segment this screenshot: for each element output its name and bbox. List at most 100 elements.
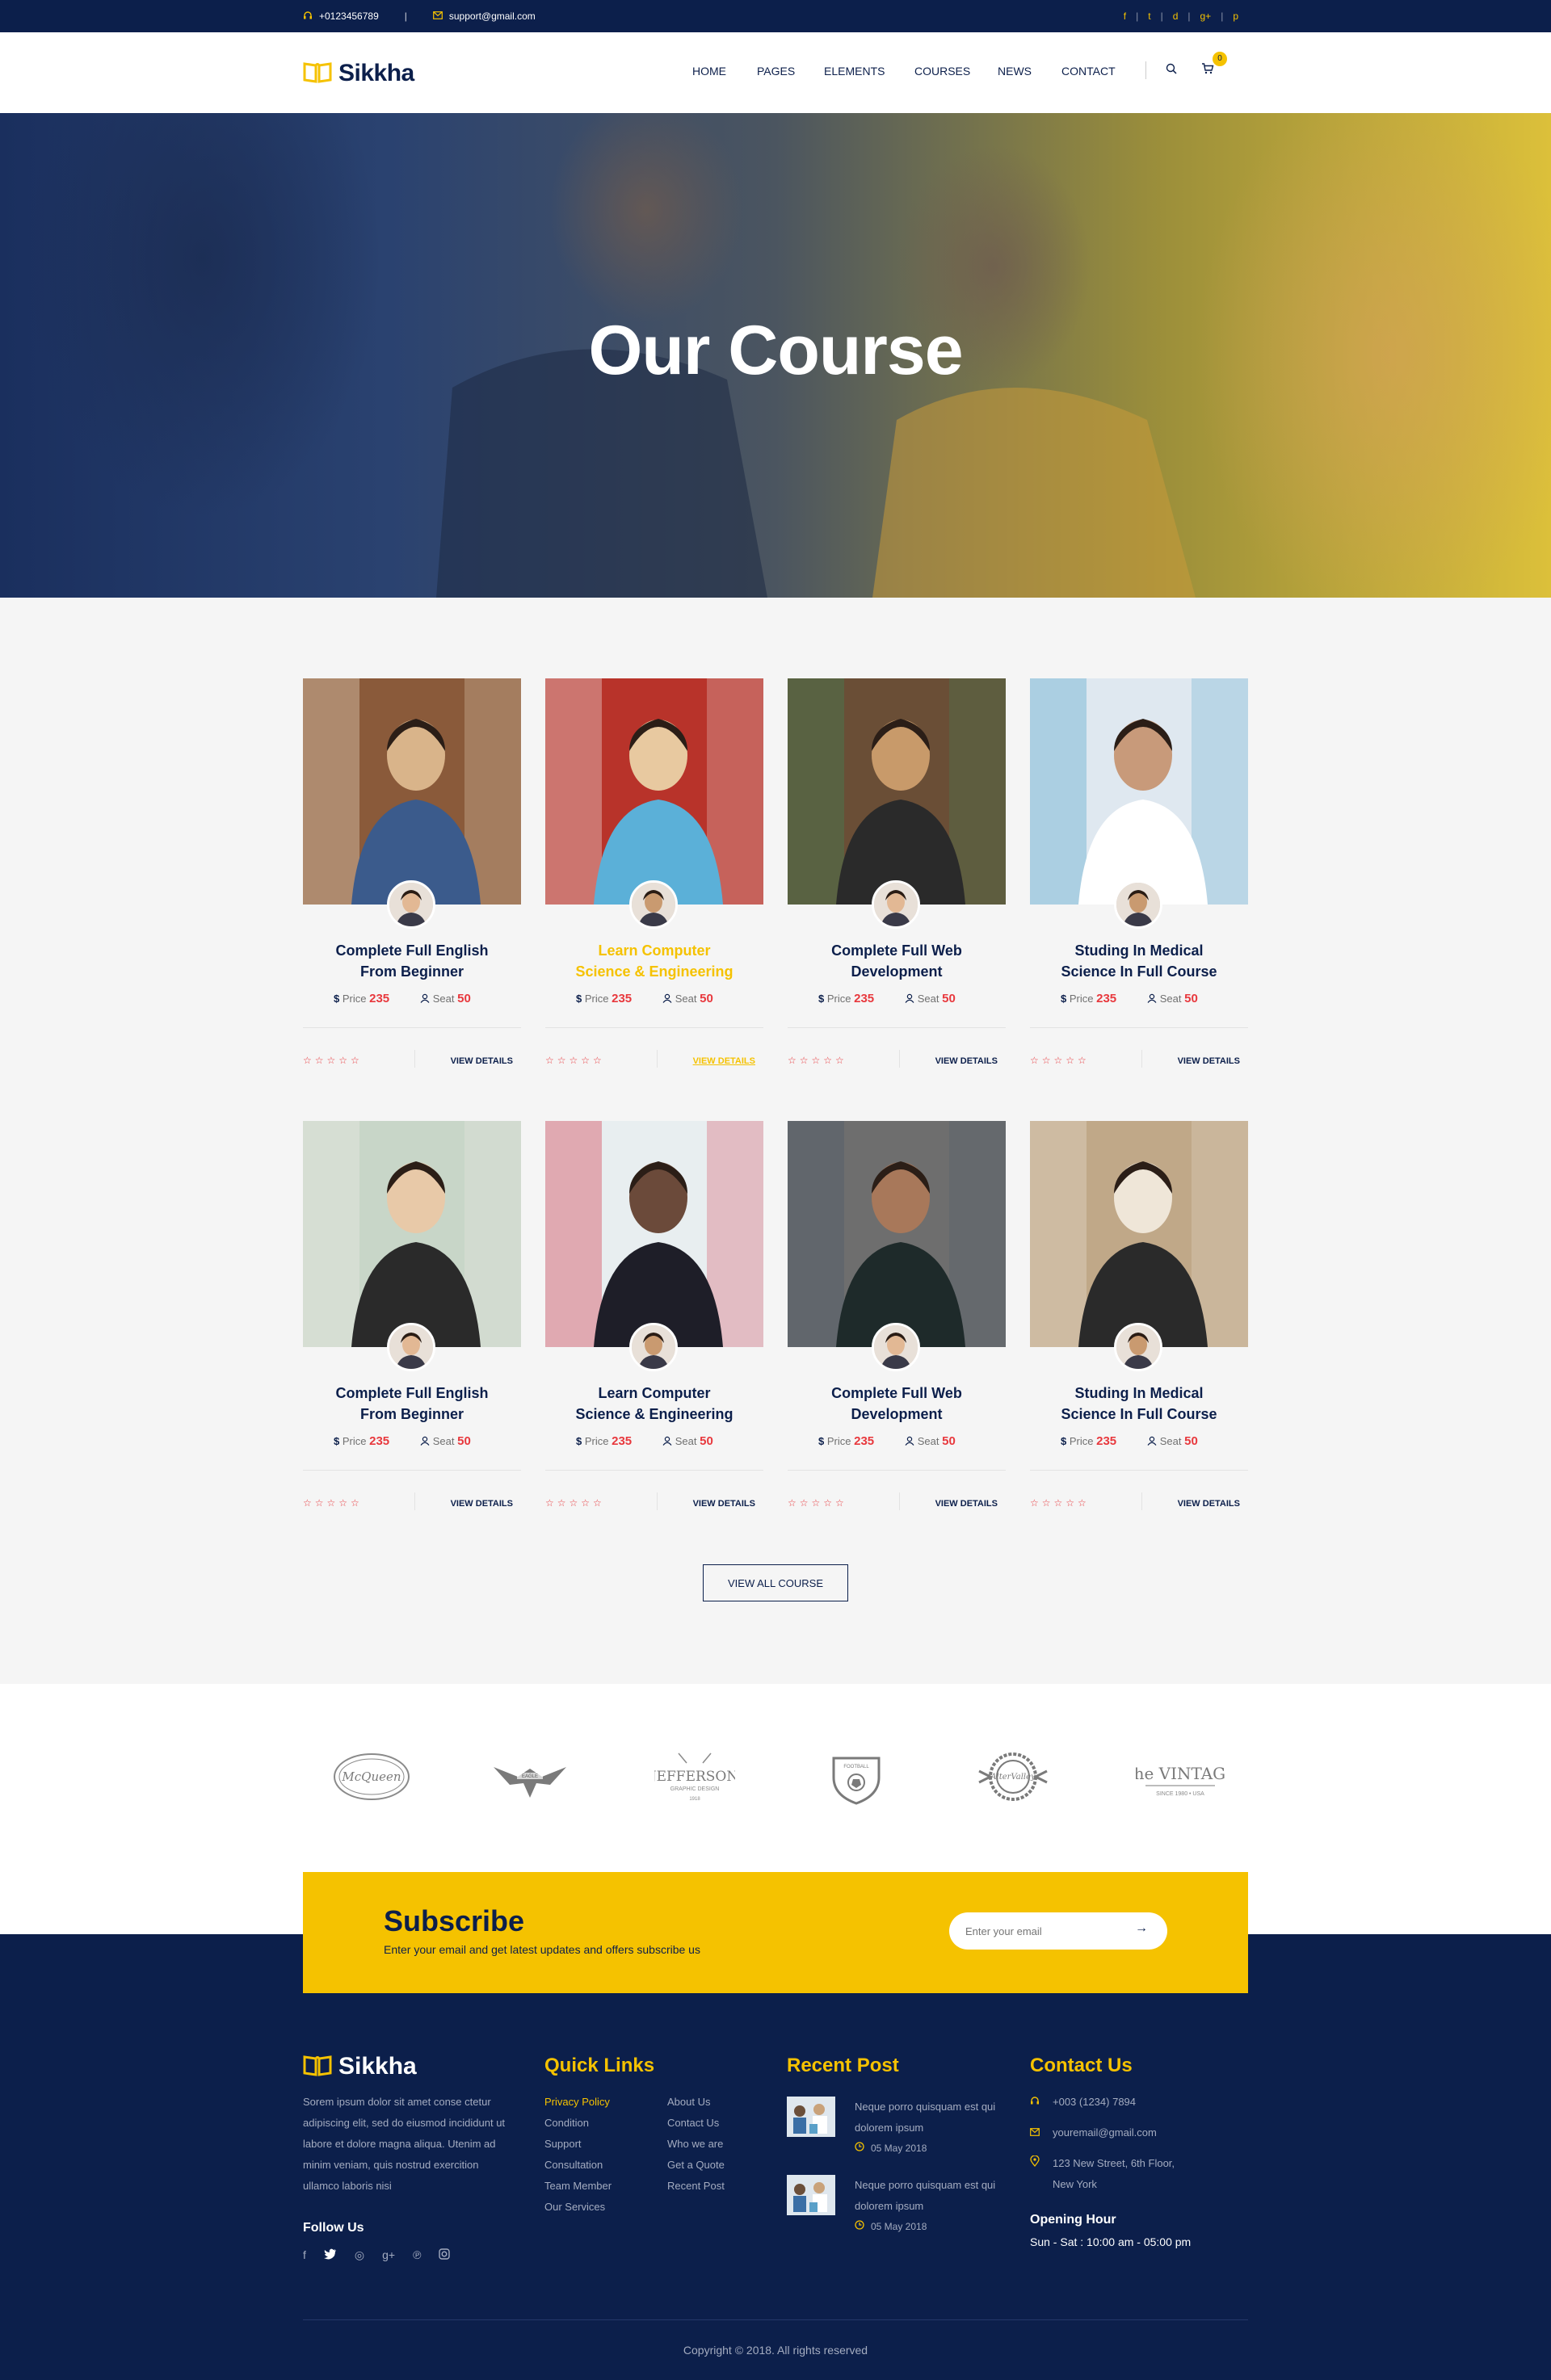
course-card[interactable]: Learn Computer Science & Engineering $ Pri… bbox=[545, 1121, 763, 1525]
contact-email[interactable]: youremail@gmail.com bbox=[1030, 2122, 1248, 2143]
instagram-icon[interactable] bbox=[439, 2248, 451, 2262]
view-details-link[interactable]: VIEW DETAILS bbox=[451, 1499, 513, 1509]
cart-button[interactable]: 0 bbox=[1201, 51, 1227, 78]
topbar-phone-text: +0123456789 bbox=[319, 10, 379, 22]
footer-link-about-us[interactable]: About Us bbox=[667, 2092, 725, 2113]
course-meta: $ Price 235 Seat 50 bbox=[818, 992, 996, 1005]
course-seats: Seat 50 bbox=[905, 992, 956, 1005]
course-seats: Seat 50 bbox=[662, 992, 713, 1005]
nav-pages[interactable]: PAGES bbox=[757, 65, 824, 78]
course-card[interactable]: Complete Full English From Beginner $ Pric… bbox=[303, 678, 521, 1082]
twitter-icon[interactable]: t bbox=[1138, 10, 1160, 22]
site-logo[interactable]: Sikkha bbox=[303, 60, 414, 87]
quick-links-col-1: Privacy Policy Condition Support Consult… bbox=[544, 2092, 667, 2218]
instructor-avatar[interactable] bbox=[872, 880, 920, 929]
footer-link-privacy-policy[interactable]: Privacy Policy bbox=[544, 2092, 667, 2113]
svg-text:McQueen: McQueen bbox=[341, 1769, 401, 1784]
course-title[interactable]: Complete Full English From Beginner bbox=[303, 940, 521, 982]
nav-home[interactable]: HOME bbox=[692, 65, 757, 78]
footer-about-text: Sorem ipsum dolor sit amet conse ctetur … bbox=[303, 2096, 506, 2192]
course-image[interactable] bbox=[1030, 678, 1248, 905]
course-image[interactable] bbox=[303, 1121, 521, 1347]
pinterest-icon[interactable]: p bbox=[1223, 10, 1248, 22]
course-price: $ Price 235 bbox=[576, 992, 633, 1005]
course-card[interactable]: Studing In Medical Science In Full Course… bbox=[1030, 1121, 1248, 1525]
course-title[interactable]: Complete Full Web Development bbox=[788, 940, 1006, 982]
course-card[interactable]: Complete Full Web Development $ Price 235 … bbox=[788, 1121, 1006, 1525]
search-icon[interactable] bbox=[1166, 63, 1177, 78]
facebook-icon[interactable]: f bbox=[1114, 10, 1136, 22]
view-details-link[interactable]: VIEW DETAILS bbox=[451, 1056, 513, 1066]
course-card[interactable]: Learn Computer Science & Engineering $ Pri… bbox=[545, 678, 763, 1082]
course-title[interactable]: Studing In Medical Science In Full Course bbox=[1030, 1383, 1248, 1425]
facebook-icon[interactable]: f bbox=[303, 2248, 306, 2262]
card-vertical-divider bbox=[899, 1492, 900, 1510]
footer-link-consultation[interactable]: Consultation bbox=[544, 2155, 667, 2176]
nav-courses[interactable]: COURSES bbox=[914, 65, 998, 78]
nav-elements[interactable]: ELEMENTS bbox=[824, 65, 914, 78]
rating-stars: ☆☆☆☆☆ bbox=[788, 1497, 847, 1509]
instructor-avatar[interactable] bbox=[1114, 880, 1162, 929]
twitter-icon[interactable] bbox=[323, 2248, 337, 2262]
footer-link-team-member[interactable]: Team Member bbox=[544, 2176, 667, 2197]
course-meta: $ Price 235 Seat 50 bbox=[1061, 1434, 1238, 1448]
rating-stars: ☆☆☆☆☆ bbox=[545, 1055, 605, 1066]
opening-hours: Sun - Sat : 10:00 am - 05:00 pm bbox=[1030, 2235, 1192, 2248]
dribbble-icon[interactable]: ◎ bbox=[355, 2248, 364, 2262]
rating-stars: ☆☆☆☆☆ bbox=[1030, 1497, 1090, 1509]
footer-link-contact-us[interactable]: Contact Us bbox=[667, 2113, 725, 2134]
nav-news[interactable]: NEWS bbox=[998, 65, 1061, 78]
dribbble-icon[interactable]: d bbox=[1163, 10, 1188, 22]
course-image[interactable] bbox=[1030, 1121, 1248, 1347]
footer bbox=[0, 1934, 1551, 2380]
instructor-avatar[interactable] bbox=[1114, 1323, 1162, 1371]
subscribe-submit-arrow-icon[interactable]: → bbox=[1135, 1921, 1148, 1936]
course-card[interactable]: Complete Full Web Development $ Price 235 … bbox=[788, 678, 1006, 1082]
course-title[interactable]: Studing In Medical Science In Full Course bbox=[1030, 940, 1248, 982]
view-details-link[interactable]: VIEW DETAILS bbox=[1178, 1056, 1240, 1066]
course-image[interactable] bbox=[788, 678, 1006, 905]
footer-link-who-we-are[interactable]: Who we are bbox=[667, 2134, 725, 2155]
view-details-link[interactable]: VIEW DETAILS bbox=[1178, 1499, 1240, 1509]
instructor-avatar[interactable] bbox=[387, 1323, 435, 1371]
course-image[interactable] bbox=[545, 678, 763, 905]
recent-post-item[interactable]: Neque porro quisquam est qui dolorem ips… bbox=[787, 2097, 1000, 2154]
instructor-avatar[interactable] bbox=[629, 1323, 678, 1371]
course-title[interactable]: Complete Full English From Beginner bbox=[303, 1383, 521, 1425]
course-image[interactable] bbox=[545, 1121, 763, 1347]
course-title[interactable]: Learn Computer Science & Engineering bbox=[545, 1383, 763, 1425]
instructor-avatar[interactable] bbox=[629, 880, 678, 929]
recent-post-item[interactable]: Neque porro quisquam est qui dolorem ips… bbox=[787, 2175, 1000, 2232]
google-plus-icon[interactable]: g+ bbox=[382, 2248, 395, 2262]
instructor-avatar[interactable] bbox=[387, 880, 435, 929]
footer-logo[interactable]: Sikkha bbox=[303, 2053, 513, 2080]
view-details-link[interactable]: VIEW DETAILS bbox=[693, 1499, 755, 1509]
nav-contact[interactable]: CONTACT bbox=[1061, 65, 1116, 78]
clock-icon bbox=[855, 2220, 864, 2232]
view-details-link[interactable]: VIEW DETAILS bbox=[935, 1056, 998, 1066]
svg-text:SINCE 1980 • USA: SINCE 1980 • USA bbox=[1156, 1791, 1204, 1797]
topbar-phone[interactable]: +0123456789 bbox=[303, 10, 379, 23]
recent-post-title: Recent Post bbox=[787, 2055, 899, 2076]
google-plus-icon[interactable]: g+ bbox=[1191, 10, 1221, 22]
course-card[interactable]: Complete Full English From Beginner $ Pric… bbox=[303, 1121, 521, 1525]
footer-link-condition[interactable]: Condition bbox=[544, 2113, 667, 2134]
course-image[interactable] bbox=[788, 1121, 1006, 1347]
footer-link-get-a-quote[interactable]: Get a Quote bbox=[667, 2155, 725, 2176]
course-title[interactable]: Learn Computer Science & Engineering bbox=[545, 940, 763, 982]
course-title[interactable]: Complete Full Web Development bbox=[788, 1383, 1006, 1425]
footer-link-our-services[interactable]: Our Services bbox=[544, 2197, 667, 2218]
course-meta: $ Price 235 Seat 50 bbox=[576, 1434, 754, 1448]
view-details-link[interactable]: VIEW DETAILS bbox=[693, 1056, 755, 1066]
course-image[interactable] bbox=[303, 678, 521, 905]
contact-phone[interactable]: +003 (1234) 7894 bbox=[1030, 2092, 1248, 2113]
instructor-avatar[interactable] bbox=[872, 1323, 920, 1371]
footer-link-support[interactable]: Support bbox=[544, 2134, 667, 2155]
view-details-link[interactable]: VIEW DETAILS bbox=[935, 1499, 998, 1509]
footer-link-recent-post[interactable]: Recent Post bbox=[667, 2176, 725, 2197]
recent-post-thumbnail bbox=[787, 2097, 835, 2137]
view-all-courses-button[interactable]: VIEW ALL COURSE bbox=[703, 1564, 848, 1601]
pinterest-icon[interactable]: ℗ bbox=[413, 2248, 421, 2262]
course-card[interactable]: Studing In Medical Science In Full Course… bbox=[1030, 678, 1248, 1082]
topbar-email[interactable]: support@gmail.com bbox=[432, 10, 536, 22]
